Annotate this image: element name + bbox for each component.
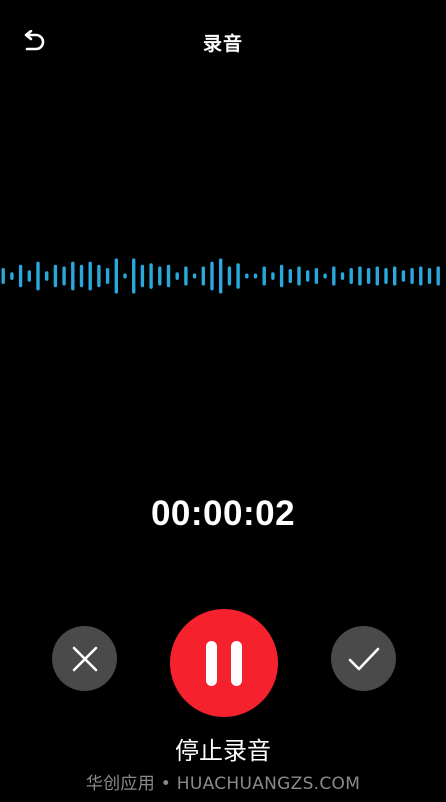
waveform-bar (71, 261, 75, 291)
waveform-bar (166, 264, 171, 288)
waveform-bar (53, 264, 58, 288)
waveform-bar (323, 273, 327, 279)
waveform-bar (419, 266, 423, 286)
waveform-bar (253, 273, 258, 279)
waveform-bar (140, 264, 145, 288)
waveform-bar (375, 266, 379, 286)
waveform-bar (384, 268, 388, 284)
save-recording-button[interactable] (331, 626, 396, 691)
top-bar: 录音 (0, 0, 446, 84)
waveform-bar (62, 266, 66, 286)
waveform-bar (332, 266, 336, 286)
waveform-bar (271, 272, 275, 280)
waveform-bar (306, 270, 310, 282)
audio-waveform (1, 258, 440, 294)
waveform-bar (297, 266, 301, 286)
waveform-bar (192, 273, 197, 279)
waveform-bar (393, 266, 397, 286)
waveform-bar (358, 266, 362, 286)
waveform-bar (105, 268, 110, 284)
waveform-bar (158, 266, 162, 286)
checkmark-icon (348, 647, 379, 670)
waveform-bar (279, 264, 284, 288)
waveform-bar (45, 271, 49, 281)
stop-recording-label: 停止录音 (175, 737, 271, 765)
waveform-bar (314, 268, 319, 284)
waveform-bar (88, 261, 92, 291)
waveform-bar (27, 270, 31, 282)
waveform-bar (219, 258, 223, 294)
waveform-bar (436, 266, 440, 286)
waveform-bar (366, 268, 371, 284)
waveform-bar (401, 270, 406, 282)
waveform-bar (114, 258, 118, 294)
waveform-bar (349, 268, 353, 284)
waveform-bar (175, 272, 179, 280)
waveform-bar (210, 261, 214, 291)
waveform-bar (132, 258, 136, 294)
pause-recording-button[interactable] (170, 609, 278, 717)
close-icon (72, 646, 97, 671)
waveform-bar (227, 266, 232, 286)
waveform-bar (236, 263, 240, 289)
waveform-bar (36, 261, 40, 291)
waveform-bar (123, 273, 127, 279)
waveform-bar (410, 268, 414, 284)
waveform-bar (1, 268, 5, 284)
waveform-bar (18, 264, 23, 288)
waveform-bar (340, 272, 345, 280)
waveform-bar (149, 263, 153, 289)
waveform-bar (10, 272, 14, 280)
waveform-bar (184, 266, 188, 286)
waveform-bar (97, 264, 101, 288)
page-title: 录音 (202, 33, 243, 55)
watermark-text: 华创应用 • HUACHUANGZS.COM (85, 774, 361, 794)
waveform-bar (79, 264, 84, 288)
recording-timer: 00:00:02 (150, 494, 296, 533)
waveform-bar (245, 273, 249, 279)
waveform-bar (288, 269, 292, 284)
cancel-recording-button[interactable] (52, 626, 117, 691)
waveform-bar (262, 266, 266, 286)
pause-icon (206, 640, 242, 686)
waveform-bar (201, 266, 205, 286)
waveform-bar (427, 268, 432, 284)
